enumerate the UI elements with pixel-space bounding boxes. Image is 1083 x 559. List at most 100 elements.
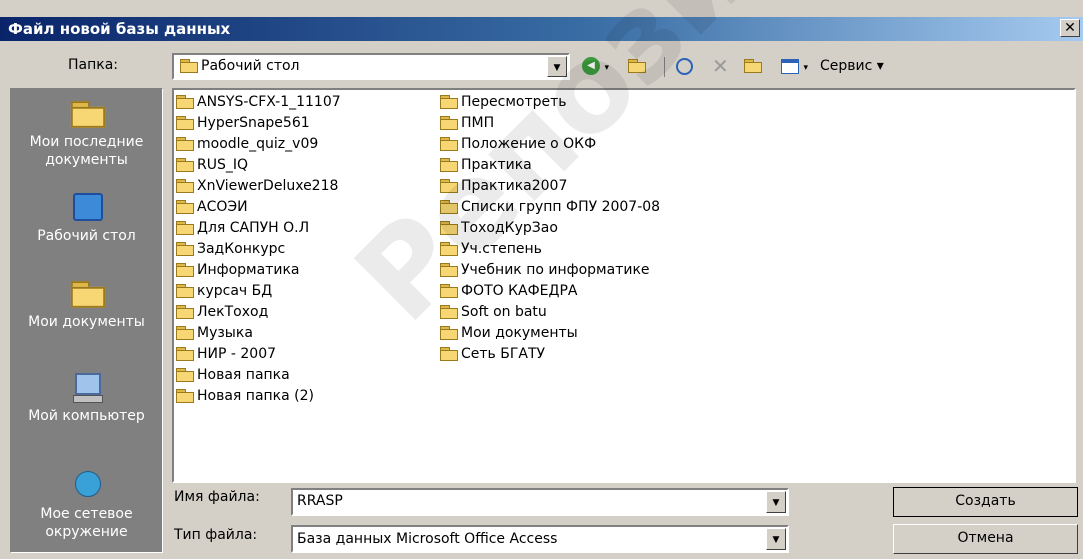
file-item[interactable]: Мои документы [440,323,660,344]
file-column-2: Пересмотреть ПМП Положение о ОКФ Практика Пр… [440,92,660,365]
file-item-label: Практика2007 [461,178,568,194]
file-item-label: Сеть БГАТУ [461,346,546,362]
service-menu[interactable]: Сервис ▾ [820,54,884,80]
back-button[interactable]: ◀ ▾ [582,54,609,80]
file-item[interactable]: курсач БД [176,281,341,302]
filename-input[interactable]: RRASP ▼ [291,488,789,516]
file-item[interactable]: Практика [440,155,660,176]
file-item[interactable]: Уч.степень [440,239,660,260]
place-desktop[interactable]: Рабочий стол [11,191,162,245]
folder-icon [180,59,198,73]
views-button[interactable]: ▾ [781,54,808,80]
folder-icon [176,305,194,319]
folder-icon [176,158,194,172]
place-computer-label: Мой компьютер [28,408,145,424]
filename-dropdown-button[interactable]: ▼ [766,491,786,513]
delete-icon: ✕ [712,54,729,78]
search-web-button[interactable] [676,54,693,80]
computer-icon [69,371,105,403]
place-recent[interactable]: Мои последние документы [11,97,162,169]
place-desktop-label: Рабочий стол [37,228,136,244]
views-icon [781,58,799,74]
folder-combo[interactable]: Рабочий стол ▼ [172,53,570,80]
folder-label: Папка: [68,57,119,73]
file-item[interactable]: RUS_IQ [176,155,341,176]
file-item[interactable]: ЗадКонкурс [176,239,341,260]
folder-current: Рабочий стол [201,58,300,74]
filetype-select[interactable]: База данных Microsoft Office Access ▼ [291,525,789,553]
file-item-label: Мои документы [461,325,578,341]
file-item-label: ТоходКурЗао [461,220,558,236]
back-icon: ◀ [582,57,600,75]
toolbar-separator [664,57,665,77]
file-item[interactable]: Положение о ОКФ [440,134,660,155]
folder-icon [176,389,194,403]
file-item[interactable]: Музыка [176,323,341,344]
cancel-button[interactable]: Отмена [893,524,1078,554]
new-folder-icon [744,59,762,73]
window-title: Файл новой базы данных [8,20,231,38]
file-item[interactable]: Новая папка [176,365,341,386]
search-icon [676,57,693,75]
folder-icon [440,158,458,172]
file-item-label: ЛекТоход [197,304,269,320]
file-item[interactable]: XnViewerDeluxe218 [176,176,341,197]
file-column-1: ANSYS-CFX-1_11107 HyperSnape561 moodle_qui… [176,92,341,407]
desktop-icon [69,191,105,223]
file-item[interactable]: Для САПУН О.Л [176,218,341,239]
file-item-label: Положение о ОКФ [461,136,597,152]
folder-icon [176,221,194,235]
file-item-label: Для САПУН О.Л [197,220,310,236]
filename-value: RRASP [297,493,343,509]
folder-icon [176,263,194,277]
file-item[interactable]: АСОЭИ [176,197,341,218]
file-item[interactable]: НИР - 2007 [176,344,341,365]
file-item[interactable]: Сеть БГАТУ [440,344,660,365]
file-item[interactable]: Soft on batu [440,302,660,323]
new-folder-button[interactable] [744,54,765,80]
file-item[interactable]: moodle_quiz_v09 [176,134,341,155]
shortcut-icon [440,305,458,319]
place-network-label: Мое сетевое окружение [40,506,133,540]
place-recent-label: Мои последние документы [29,134,144,168]
folder-icon [176,368,194,382]
file-item-label: Списки групп ФПУ 2007-08 [461,199,661,215]
file-item[interactable]: Практика2007 [440,176,660,197]
folder-icon [176,95,194,109]
file-item[interactable]: ФОТО КАФЕДРА [440,281,660,302]
folder-icon [440,116,458,130]
place-computer[interactable]: Мой компьютер [11,371,162,425]
folder-dropdown-button[interactable]: ▼ [547,56,567,77]
folder-icon [176,242,194,256]
file-item[interactable]: Списки групп ФПУ 2007-08 [440,197,660,218]
up-folder-button[interactable] [628,54,649,80]
file-item[interactable]: ANSYS-CFX-1_11107 [176,92,341,113]
filetype-label: Тип файла: [174,527,258,543]
folder-icon [440,200,458,214]
file-item-label: XnViewerDeluxe218 [197,178,339,194]
file-item[interactable]: Учебник по информатике [440,260,660,281]
file-item-label: Информатика [197,262,300,278]
shortcut-icon [440,347,458,361]
close-button[interactable]: ✕ [1060,19,1080,37]
file-item[interactable]: ПМП [440,113,660,134]
file-item[interactable]: Информатика [176,260,341,281]
place-mydocs[interactable]: Мои документы [11,277,162,331]
folder-icon [176,116,194,130]
places-bar: Мои последние документы Рабочий стол Мои… [10,88,163,553]
up-folder-icon [628,59,646,73]
file-item[interactable]: Новая папка (2) [176,386,341,407]
place-network[interactable]: Мое сетевое окружение [11,469,162,541]
folder-icon [176,137,194,151]
file-item[interactable]: HyperSnape561 [176,113,341,134]
file-item[interactable]: ТоходКурЗао [440,218,660,239]
recent-folder-icon [69,97,105,129]
file-item[interactable]: Пересмотреть [440,92,660,113]
filetype-dropdown-button[interactable]: ▼ [766,528,786,550]
folder-icon [440,284,458,298]
delete-button[interactable]: ✕ [712,54,729,80]
title-bar: Файл новой базы данных ✕ [0,17,1083,41]
file-list[interactable]: ANSYS-CFX-1_11107 HyperSnape561 moodle_qui… [172,88,1076,483]
create-button[interactable]: Создать [893,487,1078,517]
file-item[interactable]: ЛекТоход [176,302,341,323]
